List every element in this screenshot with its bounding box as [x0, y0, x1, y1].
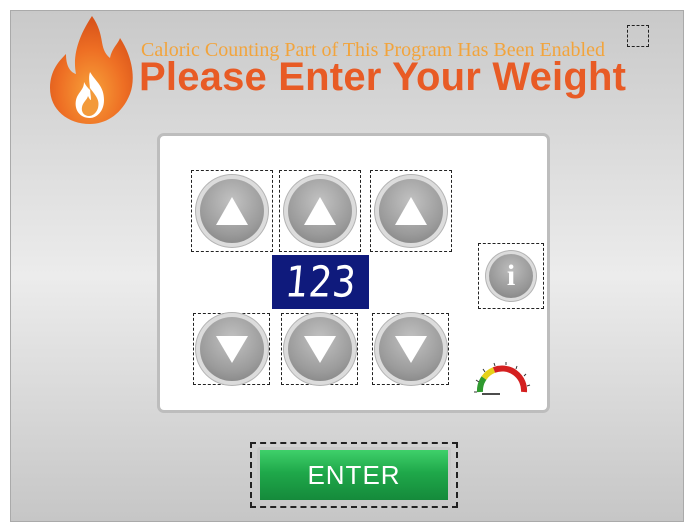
info-label: i: [506, 259, 516, 292]
enter-button[interactable]: ENTER: [257, 447, 451, 503]
weight-value: 123: [282, 257, 359, 307]
up-arrow-icon: [288, 179, 352, 243]
close-box[interactable]: [627, 25, 649, 47]
hundreds-down-button[interactable]: [193, 313, 270, 385]
hundreds-up-button[interactable]: [191, 170, 273, 252]
gauge-icon: [474, 362, 531, 395]
down-arrow-icon: [199, 317, 264, 381]
info-icon: i: [489, 254, 533, 298]
up-arrow-icon: [379, 179, 443, 243]
enter-button-frame[interactable]: ENTER: [250, 442, 458, 508]
tens-up-button[interactable]: [279, 170, 361, 252]
ones-down-button[interactable]: [372, 313, 449, 385]
tens-down-button[interactable]: [281, 313, 358, 385]
flame-icon: [50, 16, 133, 124]
up-arrow-icon: [200, 179, 264, 243]
down-arrow-icon: [378, 317, 443, 381]
page-title: Please Enter Your Weight: [139, 55, 627, 99]
down-arrow-icon: [287, 317, 352, 381]
weight-display: 123: [272, 255, 369, 309]
ones-up-button[interactable]: [370, 170, 452, 252]
info-button[interactable]: i: [478, 243, 544, 309]
